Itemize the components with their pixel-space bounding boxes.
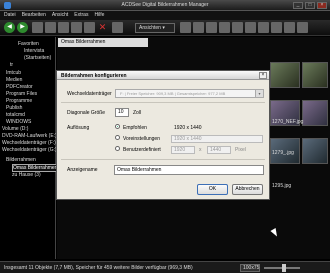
tree-item[interactable]: Publish — [6, 105, 22, 111]
configure-frame-dialog: Bilderrahmen konfigurieren × Wechseldate… — [56, 70, 270, 200]
diagonal-size-stepper[interactable]: 10 — [115, 108, 129, 117]
custom-x-separator: x — [199, 147, 202, 153]
tree-item-selected[interactable]: Omas Bilderrahmen — [12, 164, 59, 172]
folder-tree: Favoriten Intervista (Startseiten) tr Im… — [0, 37, 59, 259]
ok-button[interactable]: OK — [197, 184, 228, 195]
dialog-title-bar: Bilderrahmen konfigurieren × — [57, 71, 269, 80]
up-folder-icon[interactable] — [32, 22, 43, 33]
device-select-value: F: | Freier Speicher: 909,3 MB | Gesamts… — [120, 91, 226, 96]
thumbnail-icon[interactable] — [180, 22, 191, 33]
resolution-label: Auflösung — [67, 125, 90, 131]
tree-item[interactable]: Programme — [6, 98, 32, 104]
maximize-icon[interactable]: □ — [305, 2, 315, 9]
status-bar: Insgesamt 11 Objekte (7,7 MB), Speicher … — [0, 261, 330, 273]
transfer-icon[interactable] — [271, 22, 282, 33]
preset-select[interactable]: 1920 x 1440 — [171, 135, 263, 143]
tree-item[interactable]: tr — [10, 62, 13, 68]
tree-item[interactable]: WINDOWS — [6, 119, 31, 125]
tree-item[interactable]: (Startseiten) — [24, 55, 51, 61]
menu-datei[interactable]: Datei — [4, 11, 16, 20]
radio-preset[interactable] — [115, 135, 120, 140]
size-unit: Zoll — [133, 110, 142, 116]
display-name-field[interactable]: Omas Bilderrahmen — [114, 165, 264, 175]
dialog-title: Bilderrahmen konfigurieren — [61, 73, 127, 79]
window-controls: _ □ × — [293, 2, 327, 9]
tree-item[interactable]: Wechseldatenträger (F:) — [2, 140, 56, 146]
radio-custom[interactable] — [115, 146, 120, 151]
tree-item[interactable]: Medien — [6, 77, 22, 83]
file-name: 1270_NEF.jpg — [272, 119, 304, 125]
rotate-icon[interactable] — [112, 22, 123, 33]
tree-item[interactable]: PDFCreator — [6, 84, 33, 90]
zoom-level[interactable]: 100x75 — [240, 264, 260, 272]
paste-icon[interactable] — [71, 22, 82, 33]
tree-item[interactable]: Program Files — [6, 91, 37, 97]
sort-icon[interactable] — [232, 22, 243, 33]
filter-icon[interactable] — [245, 22, 256, 33]
custom-width-field[interactable]: 1920 — [171, 146, 195, 154]
radio-recommended-label[interactable]: Empfohlen — [123, 125, 147, 131]
custom-unit: Pixel — [235, 147, 246, 153]
refresh-icon[interactable] — [45, 22, 56, 33]
thumbnail[interactable] — [302, 100, 328, 126]
title-bar: ACDSee Digital Bilderrahmen Manager _ □ … — [0, 0, 330, 11]
diagonal-size-label: Diagonale Größe — [67, 110, 106, 116]
list-icon[interactable] — [206, 22, 217, 33]
tree-item[interactable]: Intervista — [24, 48, 44, 54]
toolbar: ◀ ▶ ✕ Ansichten ▾ — [0, 20, 330, 36]
minimize-icon[interactable]: _ — [293, 2, 303, 9]
tree-item[interactable]: zu Hause (3) — [12, 172, 41, 178]
tree-item[interactable]: Bilderrahmen — [6, 157, 36, 163]
menu-extras[interactable]: Extras — [74, 11, 88, 20]
tree-item[interactable]: totalcmd — [6, 112, 25, 118]
tree-item[interactable]: Imtcub — [6, 70, 21, 76]
tree-item[interactable]: Volume (D:) — [2, 126, 28, 132]
dialog-close-icon[interactable]: × — [259, 72, 267, 79]
app-window: ACDSee Digital Bilderrahmen Manager _ □ … — [0, 0, 330, 273]
thumbnail[interactable] — [302, 62, 328, 88]
divider — [61, 159, 265, 160]
tree-item[interactable]: DVD-RAM-Laufwerk (E:) — [2, 133, 57, 139]
delete-icon[interactable]: ✕ — [97, 22, 108, 33]
status-text: Insgesamt 11 Objekte (7,7 MB), Speicher … — [4, 265, 193, 271]
tree-item[interactable]: Favoriten — [18, 41, 39, 47]
menu-hilfe[interactable]: Hilfe — [94, 11, 104, 20]
window-title: ACDSee Digital Bilderrahmen Manager — [121, 2, 209, 8]
zoom-slider-knob[interactable] — [282, 264, 286, 272]
device-label: Wechseldatenträger — [67, 91, 112, 97]
display-name-label: Anzeigename — [67, 167, 98, 173]
menu-bearbeiten[interactable]: Bearbeiten — [22, 11, 46, 20]
sync-icon[interactable] — [284, 22, 295, 33]
thumbnail[interactable] — [270, 62, 300, 88]
cancel-button[interactable]: Abbrechen — [232, 184, 263, 195]
frame-icon[interactable] — [258, 22, 269, 33]
preset-select-value: 1920 x 1440 — [174, 136, 202, 142]
menu-bar: Datei Bearbeiten Ansicht Extras Hilfe — [0, 11, 330, 20]
close-icon[interactable]: × — [317, 2, 327, 9]
filmstrip-icon[interactable] — [219, 22, 230, 33]
tree-item[interactable]: Wechseldatenträger (G:) — [2, 147, 57, 153]
divider — [61, 102, 265, 103]
device-select[interactable]: F: | Freier Speicher: 909,3 MB | Gesamts… — [115, 89, 264, 98]
menu-ansicht[interactable]: Ansicht — [52, 11, 68, 20]
chevron-down-icon[interactable]: ▾ — [255, 90, 263, 97]
details-icon[interactable] — [193, 22, 204, 33]
new-folder-icon[interactable] — [84, 22, 95, 33]
settings-icon[interactable] — [297, 22, 308, 33]
path-bar: Omas Bilderrahmen — [58, 38, 148, 47]
radio-custom-label[interactable]: Benutzerdefiniert — [123, 147, 161, 153]
file-name: 1295.jpg — [272, 183, 292, 189]
thumbnail[interactable] — [302, 138, 328, 164]
radio-preset-label[interactable]: Voreinstellungen — [123, 136, 160, 142]
copy-icon[interactable] — [58, 22, 69, 33]
back-icon[interactable]: ◀ — [4, 22, 15, 33]
view-dropdown[interactable]: Ansichten ▾ — [135, 23, 175, 33]
file-name: 1279_.jpg — [272, 150, 294, 156]
custom-height-field[interactable]: 1440 — [207, 146, 231, 154]
recommended-resolution: 1920 x 1440 — [174, 125, 202, 131]
radio-recommended[interactable] — [115, 124, 120, 129]
forward-icon[interactable]: ▶ — [17, 22, 28, 33]
